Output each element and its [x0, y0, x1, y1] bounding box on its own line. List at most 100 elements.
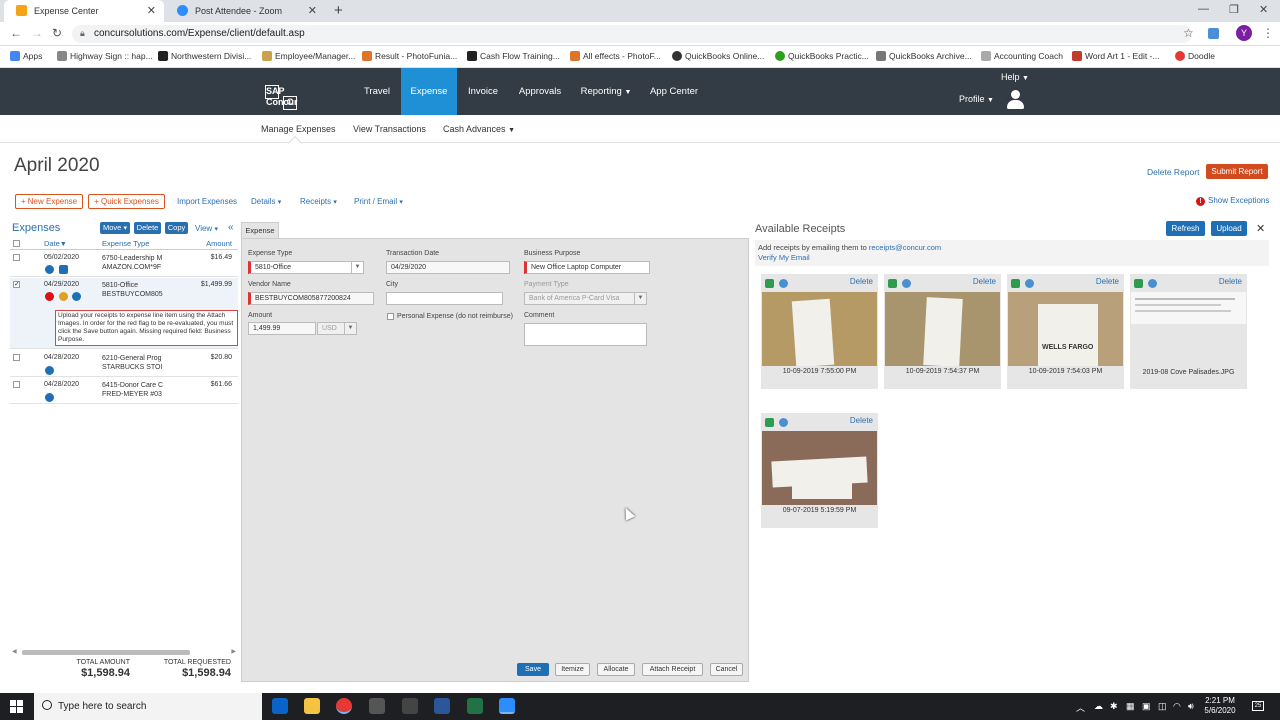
attach-receipt-button[interactable]: Attach Receipt [642, 663, 703, 676]
attach-receipt-icon[interactable] [1134, 279, 1143, 288]
row-checkbox[interactable] [13, 354, 20, 361]
file-explorer-icon[interactable] [304, 698, 320, 714]
nav-travel[interactable]: Travel [356, 68, 398, 115]
copy-expense-button[interactable]: Copy [165, 222, 188, 234]
zoom-receipt-icon[interactable] [779, 418, 788, 427]
row-checkbox[interactable]: ✓ [13, 281, 20, 288]
reload-icon[interactable]: ↻ [52, 26, 62, 40]
word-icon[interactable] [434, 698, 450, 714]
restore-icon[interactable]: ❐ [1229, 3, 1239, 16]
receipt-card[interactable]: Delete 10-09-2019 7:55:00 PM [761, 274, 878, 389]
print-email-menu[interactable]: Print / Email ▾ [354, 197, 403, 206]
bookmark-star-icon[interactable]: ☆ [1183, 26, 1194, 40]
cancel-button[interactable]: Cancel [710, 663, 743, 676]
delete-receipt-link[interactable]: Delete [1219, 277, 1242, 286]
details-menu[interactable]: Details ▾ [251, 197, 281, 206]
new-expense-button[interactable]: + New Expense [15, 194, 83, 209]
delete-receipt-link[interactable]: Delete [1096, 277, 1119, 286]
zoom-receipt-icon[interactable] [902, 279, 911, 288]
zoom-receipt-icon[interactable] [1025, 279, 1034, 288]
nav-approvals[interactable]: Approvals [512, 68, 568, 115]
expense-row[interactable]: 04/28/2020 6210-General Prog STARBUCKS ST… [10, 351, 238, 377]
bookmark-apps[interactable]: Apps [10, 51, 42, 61]
attach-receipt-icon[interactable] [1011, 279, 1020, 288]
vendor-name-field[interactable]: BESTBUYCOM805877200824 [248, 292, 374, 305]
receipts-email-link[interactable]: receipts@concur.com [869, 243, 941, 252]
quick-expenses-button[interactable]: + Quick Expenses [88, 194, 165, 209]
taskbar-clock[interactable]: 2:21 PM 5/6/2020 [1200, 696, 1240, 716]
view-menu[interactable]: View ▾ [195, 224, 218, 233]
upload-button[interactable]: Upload [1211, 221, 1247, 236]
bookmark-item[interactable]: Highway Sign :: hap... [57, 51, 153, 61]
bookmark-item[interactable]: Doodle [1175, 51, 1215, 61]
back-icon[interactable]: ← [10, 26, 22, 40]
calculator-icon[interactable] [402, 698, 418, 714]
receipts-menu[interactable]: Receipts ▾ [300, 197, 337, 206]
subnav-manage-expenses[interactable]: Manage Expenses [261, 124, 336, 134]
delete-receipt-link[interactable]: Delete [850, 416, 873, 425]
city-field[interactable] [386, 292, 503, 305]
subnav-cash-advances[interactable]: Cash Advances ▼ [443, 124, 515, 134]
zoom-receipt-icon[interactable] [1148, 279, 1157, 288]
network-icon[interactable]: ▦ [1126, 701, 1135, 712]
nav-expense[interactable]: Expense [401, 68, 457, 115]
close-tab-icon[interactable]: ✕ [147, 4, 156, 17]
profile-avatar-icon[interactable] [1006, 90, 1024, 110]
delete-report-link[interactable]: Delete Report [1147, 167, 1199, 177]
windows-start-icon[interactable] [10, 700, 23, 713]
tray-app-icon[interactable]: ▣ [1142, 701, 1151, 712]
allocate-button[interactable]: Allocate [597, 663, 635, 676]
help-menu[interactable]: Help ▼ [1001, 72, 1029, 82]
column-expense-type[interactable]: Expense Type [102, 239, 149, 248]
tab-expense-center[interactable]: Expense Center ✕ [4, 0, 164, 22]
delete-receipt-link[interactable]: Delete [973, 277, 996, 286]
zoom-app-icon[interactable] [499, 698, 515, 714]
minimize-icon[interactable]: — [1198, 3, 1209, 15]
comment-field[interactable] [524, 323, 647, 346]
meet-now-icon[interactable]: ◫ [1158, 701, 1167, 712]
delete-expense-button[interactable]: Delete [134, 222, 161, 234]
save-button[interactable]: Save [517, 663, 549, 676]
scrollbar-thumb[interactable] [22, 650, 190, 655]
select-all-checkbox[interactable] [13, 240, 20, 247]
close-tab-icon[interactable]: ✕ [308, 4, 317, 17]
app-icon[interactable] [369, 698, 385, 714]
move-button[interactable]: Move ▾ [100, 222, 130, 234]
tab-expense[interactable]: Expense [241, 222, 279, 238]
submit-report-button[interactable]: Submit Report [1206, 164, 1268, 179]
column-amount[interactable]: Amount [206, 239, 232, 248]
profile-menu[interactable]: Profile ▼ [959, 94, 994, 104]
import-expenses-link[interactable]: Import Expenses [177, 197, 237, 206]
receipt-card[interactable]: Delete 10-09-2019 7:54:37 PM [884, 274, 1001, 389]
close-icon[interactable]: ✕ [1256, 222, 1265, 235]
bookmark-item[interactable]: Employee/Manager... [262, 51, 355, 61]
personal-expense-checkbox[interactable] [387, 313, 394, 320]
bookmark-item[interactable]: Word Art 1 - Edit -... [1072, 51, 1159, 61]
bookmark-item[interactable]: Northwestern Divisi... [158, 51, 251, 61]
wifi-icon[interactable]: ◠ [1173, 701, 1181, 712]
close-window-icon[interactable]: ✕ [1259, 3, 1268, 16]
url-field[interactable]: 🔒︎ concursolutions.com/Expense/client/de… [72, 25, 1192, 43]
bookmark-item[interactable]: Accounting Coach [981, 51, 1063, 61]
delete-receipt-link[interactable]: Delete [850, 277, 873, 286]
nav-invoice[interactable]: Invoice [461, 68, 505, 115]
scroll-right-icon[interactable]: ▶ [231, 648, 236, 655]
bookmark-item[interactable]: All effects - PhotoF... [570, 51, 661, 61]
row-checkbox[interactable] [13, 254, 20, 261]
tray-chevron-up-icon[interactable]: ︿ [1076, 701, 1085, 714]
subnav-view-transactions[interactable]: View Transactions [353, 124, 426, 134]
show-exceptions-link[interactable]: ! Show Exceptions [1196, 196, 1269, 206]
expense-row[interactable]: 04/28/2020 6415-Donor Care C FRED-MEYER #… [10, 378, 238, 404]
receipt-card[interactable]: Delete 09-07-2019 5:19:59 PM [761, 413, 878, 528]
nav-app-center[interactable]: App Center [646, 68, 702, 115]
receipt-card[interactable]: Delete 2019-08 Cove Palisades.JPG [1130, 274, 1247, 389]
collapse-panel-icon[interactable]: « [228, 222, 234, 233]
expense-row[interactable]: 05/02/2020 6750-Leadership M AMAZON.COM*9… [10, 251, 238, 277]
tray-app-icon[interactable]: ✱ [1110, 701, 1118, 712]
onedrive-icon[interactable]: ☁ [1094, 701, 1103, 712]
refresh-button[interactable]: Refresh [1166, 221, 1205, 236]
expense-type-select[interactable]: 5810-Office ▼ [248, 261, 364, 274]
nav-reporting[interactable]: Reporting ▼ [576, 68, 636, 115]
chrome-icon[interactable] [336, 698, 352, 714]
column-date[interactable]: Date▼ [44, 239, 67, 248]
